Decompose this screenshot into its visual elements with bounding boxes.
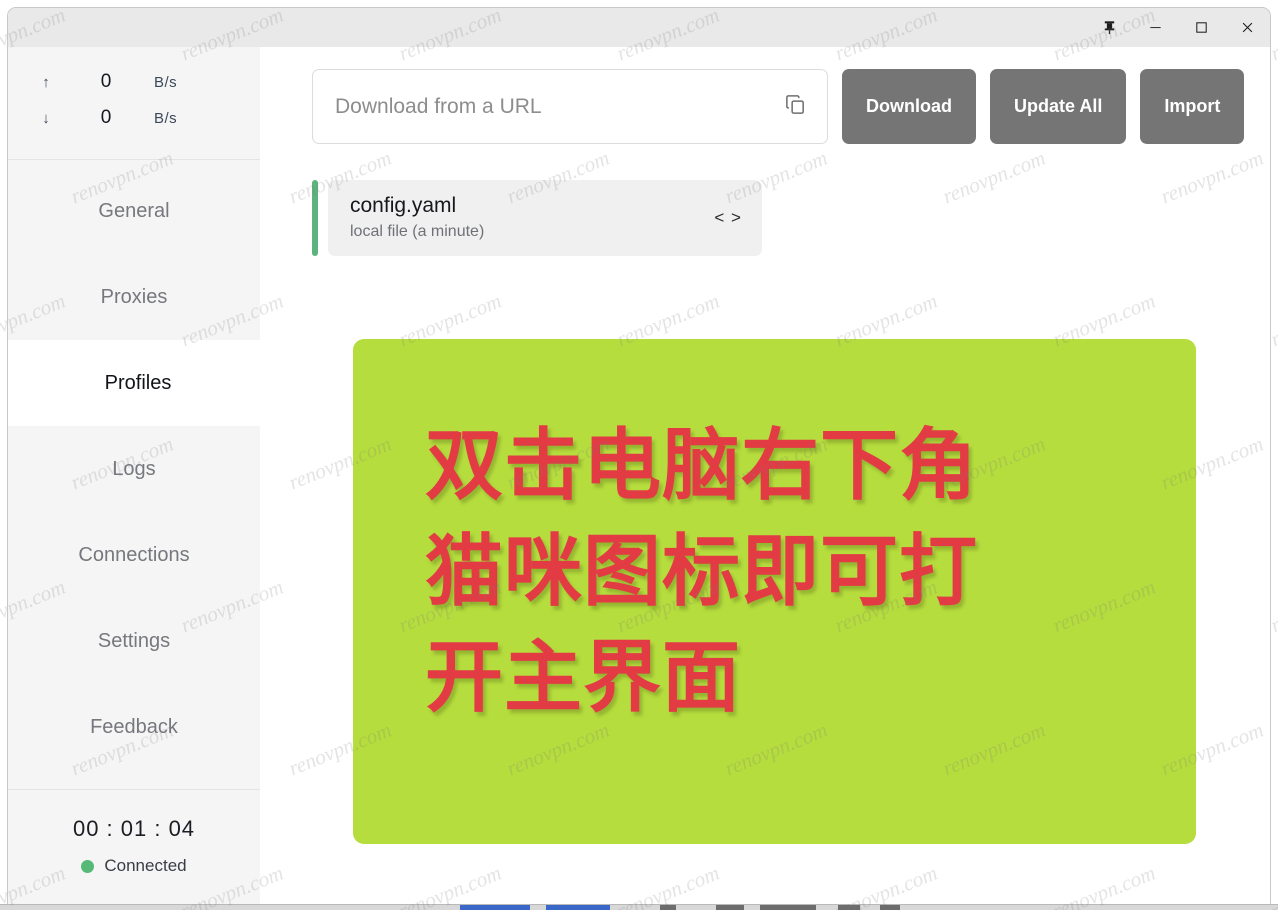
download-arrow-icon: ↓ — [42, 110, 50, 127]
sidebar: ↑ 0 B/s ↓ 0 B/s General Proxies Profiles… — [8, 47, 268, 905]
taskbar-chip — [460, 905, 530, 910]
upload-speed-unit: B/s — [154, 74, 178, 91]
close-button[interactable] — [1224, 8, 1270, 47]
traffic-speed-panel: ↑ 0 B/s ↓ 0 B/s — [8, 47, 260, 160]
screen: ↑ 0 B/s ↓ 0 B/s General Proxies Profiles… — [0, 0, 1278, 910]
profile-name: config.yaml — [350, 194, 457, 218]
profile-list-item[interactable]: config.yaml local file (a minute) < > — [312, 180, 762, 256]
sidebar-item-label: General — [98, 199, 170, 222]
upload-arrow-icon: ↑ — [42, 74, 50, 91]
taskbar-chip — [760, 905, 816, 910]
import-button[interactable]: Import — [1140, 69, 1245, 144]
upload-speed-value: 0 — [100, 71, 112, 92]
pin-button[interactable] — [1086, 8, 1132, 47]
sidebar-item-logs[interactable]: Logs — [8, 426, 260, 512]
url-input-placeholder: Download from a URL — [335, 94, 542, 118]
sidebar-item-label: Feedback — [90, 715, 178, 738]
annotation-line-1: 双击电脑右下角 — [425, 421, 979, 511]
download-speed-row: ↓ 0 B/s — [8, 107, 260, 137]
title-bar-drag-region[interactable] — [8, 8, 1086, 47]
annotation-line-3: 开主界面 — [425, 633, 742, 723]
url-input-wrapper[interactable]: Download from a URL — [312, 69, 828, 144]
sidebar-item-connections[interactable]: Connections — [8, 512, 260, 598]
uptime-timer: 00 : 01 : 04 — [72, 816, 196, 841]
taskbar-chip — [716, 905, 744, 910]
minimize-button[interactable] — [1132, 8, 1178, 47]
profile-active-accent-bar — [312, 180, 318, 256]
taskbar-chip — [838, 905, 860, 910]
sidebar-nav: General Proxies Profiles Logs Connection… — [8, 160, 268, 789]
sidebar-item-general[interactable]: General — [8, 168, 260, 254]
annotation-line-2: 猫咪图标即可打 — [425, 527, 979, 617]
pin-icon — [1102, 20, 1117, 35]
profile-card[interactable]: config.yaml local file (a minute) < > — [328, 180, 762, 256]
sidebar-item-label: Proxies — [100, 285, 168, 308]
close-icon — [1240, 20, 1255, 35]
profile-meta: config.yaml local file (a minute) — [350, 193, 714, 243]
upload-speed-row: ↑ 0 B/s — [8, 71, 260, 101]
taskbar-chip — [546, 905, 610, 910]
desktop-taskbar-sliver — [0, 904, 1278, 910]
sidebar-item-label: Logs — [112, 457, 156, 480]
maximize-icon — [1194, 20, 1209, 35]
sidebar-item-feedback[interactable]: Feedback — [8, 684, 260, 770]
update-all-button[interactable]: Update All — [990, 69, 1127, 144]
maximize-button[interactable] — [1178, 8, 1224, 47]
annotation-callout: 双击电脑右下角 猫咪图标即可打 开主界面 — [353, 339, 1196, 844]
minimize-icon — [1148, 20, 1163, 35]
code-editor-icon[interactable]: < > — [714, 208, 742, 228]
sidebar-item-label: Connections — [78, 543, 190, 566]
title-bar — [8, 8, 1270, 47]
connection-status-panel: 00 : 01 : 04 Connected — [8, 789, 260, 905]
download-speed-unit: B/s — [154, 110, 178, 127]
sidebar-item-label: Profiles — [104, 371, 172, 394]
download-speed-value: 0 — [100, 107, 112, 128]
copy-icon[interactable] — [784, 93, 807, 121]
sidebar-item-settings[interactable]: Settings — [8, 598, 260, 684]
status-dot-icon — [81, 859, 95, 873]
profiles-toolbar: Download from a URL Download Update All … — [312, 69, 1245, 144]
taskbar-chip — [880, 905, 900, 910]
taskbar-chip — [660, 905, 676, 910]
sidebar-item-profiles[interactable]: Profiles — [8, 324, 268, 442]
status-badge: Connected — [8, 856, 260, 876]
sidebar-item-proxies[interactable]: Proxies — [8, 254, 260, 340]
sidebar-item-label: Settings — [97, 629, 171, 652]
status-label: Connected — [104, 856, 187, 875]
profile-subtitle: local file (a minute) — [350, 223, 485, 241]
download-button[interactable]: Download — [842, 69, 976, 144]
